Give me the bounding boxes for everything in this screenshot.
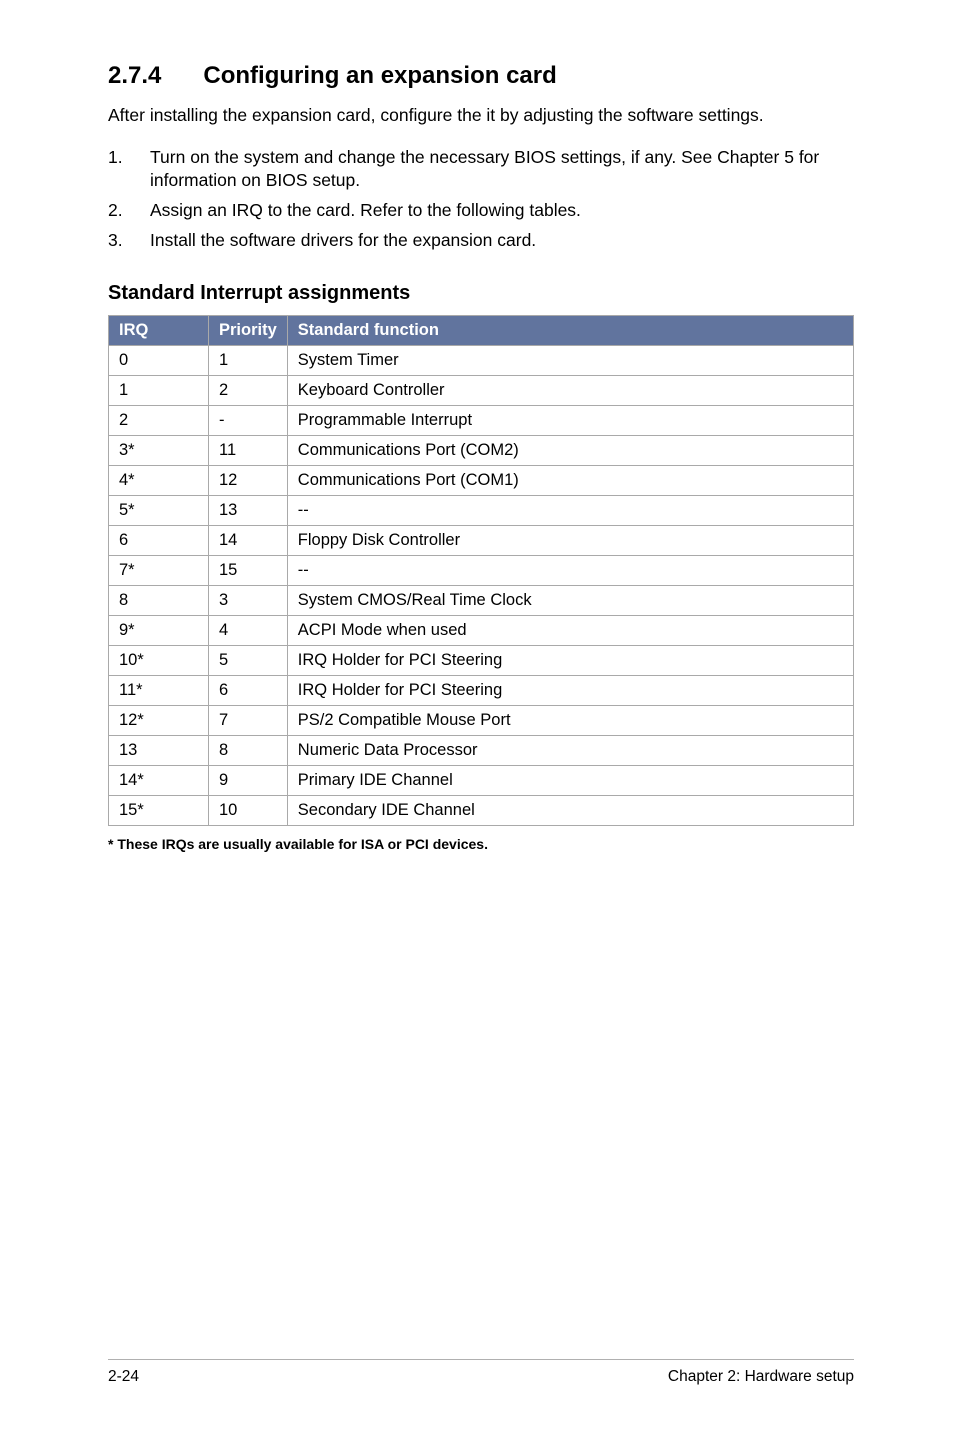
cell-irq: 3* xyxy=(109,436,209,466)
intro-paragraph: After installing the expansion card, con… xyxy=(108,104,854,128)
cell-function: Communications Port (COM2) xyxy=(287,436,853,466)
step-item: 3. Install the software drivers for the … xyxy=(108,229,854,253)
cell-priority: 1 xyxy=(209,346,288,376)
steps-list: 1. Turn on the system and change the nec… xyxy=(108,146,854,259)
step-item: 1. Turn on the system and change the nec… xyxy=(108,146,854,193)
cell-priority: 12 xyxy=(209,466,288,496)
step-text: Assign an IRQ to the card. Refer to the … xyxy=(150,199,581,223)
cell-function: PS/2 Compatible Mouse Port xyxy=(287,706,853,736)
table-row: 13 8 Numeric Data Processor xyxy=(109,736,854,766)
table-row: 12* 7 PS/2 Compatible Mouse Port xyxy=(109,706,854,736)
cell-priority: 2 xyxy=(209,376,288,406)
cell-function: Keyboard Controller xyxy=(287,376,853,406)
cell-irq: 2 xyxy=(109,406,209,436)
cell-priority: 8 xyxy=(209,736,288,766)
table-row: 4* 12 Communications Port (COM1) xyxy=(109,466,854,496)
cell-function: Communications Port (COM1) xyxy=(287,466,853,496)
cell-function: System Timer xyxy=(287,346,853,376)
cell-irq: 15* xyxy=(109,796,209,826)
cell-priority: 4 xyxy=(209,616,288,646)
header-priority: Priority xyxy=(209,316,288,346)
page-content: 2.7.4 Configuring an expansion card After… xyxy=(0,0,954,1438)
cell-priority: 5 xyxy=(209,646,288,676)
chapter-label: Chapter 2: Hardware setup xyxy=(668,1368,854,1386)
cell-irq: 9* xyxy=(109,616,209,646)
table-footnote: * These IRQs are usually available for I… xyxy=(108,836,854,852)
cell-function: Numeric Data Processor xyxy=(287,736,853,766)
section-heading: 2.7.4 Configuring an expansion card xyxy=(108,62,854,90)
cell-priority: 7 xyxy=(209,706,288,736)
subsection-heading: Standard Interrupt assignments xyxy=(108,282,854,305)
table-header-row: IRQ Priority Standard function xyxy=(109,316,854,346)
table-row: 8 3 System CMOS/Real Time Clock xyxy=(109,586,854,616)
step-item: 2. Assign an IRQ to the card. Refer to t… xyxy=(108,199,854,223)
cell-function: System CMOS/Real Time Clock xyxy=(287,586,853,616)
cell-function: Primary IDE Channel xyxy=(287,766,853,796)
cell-priority: 10 xyxy=(209,796,288,826)
cell-irq: 8 xyxy=(109,586,209,616)
cell-function: ACPI Mode when used xyxy=(287,616,853,646)
header-function: Standard function xyxy=(287,316,853,346)
table-row: 10* 5 IRQ Holder for PCI Steering xyxy=(109,646,854,676)
step-text: Install the software drivers for the exp… xyxy=(150,229,536,253)
table-row: 11* 6 IRQ Holder for PCI Steering xyxy=(109,676,854,706)
table-row: 15* 10 Secondary IDE Channel xyxy=(109,796,854,826)
cell-function: Programmable Interrupt xyxy=(287,406,853,436)
cell-priority: 11 xyxy=(209,436,288,466)
cell-function: IRQ Holder for PCI Steering xyxy=(287,646,853,676)
irq-table: IRQ Priority Standard function 0 1 Syste… xyxy=(108,315,854,826)
table-row: 5* 13 -- xyxy=(109,496,854,526)
table-row: 3* 11 Communications Port (COM2) xyxy=(109,436,854,466)
table-row: 7* 15 -- xyxy=(109,556,854,586)
table-row: 2 - Programmable Interrupt xyxy=(109,406,854,436)
cell-priority: 14 xyxy=(209,526,288,556)
cell-priority: 6 xyxy=(209,676,288,706)
step-number: 1. xyxy=(108,146,150,193)
cell-priority: 9 xyxy=(209,766,288,796)
header-irq: IRQ xyxy=(109,316,209,346)
page-footer: 2-24 Chapter 2: Hardware setup xyxy=(108,1359,854,1438)
cell-irq: 12* xyxy=(109,706,209,736)
step-number: 2. xyxy=(108,199,150,223)
cell-irq: 5* xyxy=(109,496,209,526)
cell-irq: 14* xyxy=(109,766,209,796)
cell-irq: 7* xyxy=(109,556,209,586)
cell-irq: 13 xyxy=(109,736,209,766)
section-number: 2.7.4 xyxy=(108,62,161,90)
cell-function: Floppy Disk Controller xyxy=(287,526,853,556)
cell-irq: 10* xyxy=(109,646,209,676)
cell-priority: 13 xyxy=(209,496,288,526)
cell-irq: 6 xyxy=(109,526,209,556)
cell-priority: 3 xyxy=(209,586,288,616)
cell-irq: 11* xyxy=(109,676,209,706)
cell-irq: 0 xyxy=(109,346,209,376)
table-row: 14* 9 Primary IDE Channel xyxy=(109,766,854,796)
cell-function: IRQ Holder for PCI Steering xyxy=(287,676,853,706)
step-text: Turn on the system and change the necess… xyxy=(150,146,854,193)
cell-irq: 1 xyxy=(109,376,209,406)
step-number: 3. xyxy=(108,229,150,253)
cell-priority: - xyxy=(209,406,288,436)
cell-function: -- xyxy=(287,496,853,526)
section-title: Configuring an expansion card xyxy=(203,62,556,89)
table-row: 1 2 Keyboard Controller xyxy=(109,376,854,406)
cell-priority: 15 xyxy=(209,556,288,586)
cell-function: Secondary IDE Channel xyxy=(287,796,853,826)
cell-function: -- xyxy=(287,556,853,586)
table-row: 0 1 System Timer xyxy=(109,346,854,376)
page-number: 2-24 xyxy=(108,1368,139,1386)
table-row: 9* 4 ACPI Mode when used xyxy=(109,616,854,646)
cell-irq: 4* xyxy=(109,466,209,496)
table-row: 6 14 Floppy Disk Controller xyxy=(109,526,854,556)
